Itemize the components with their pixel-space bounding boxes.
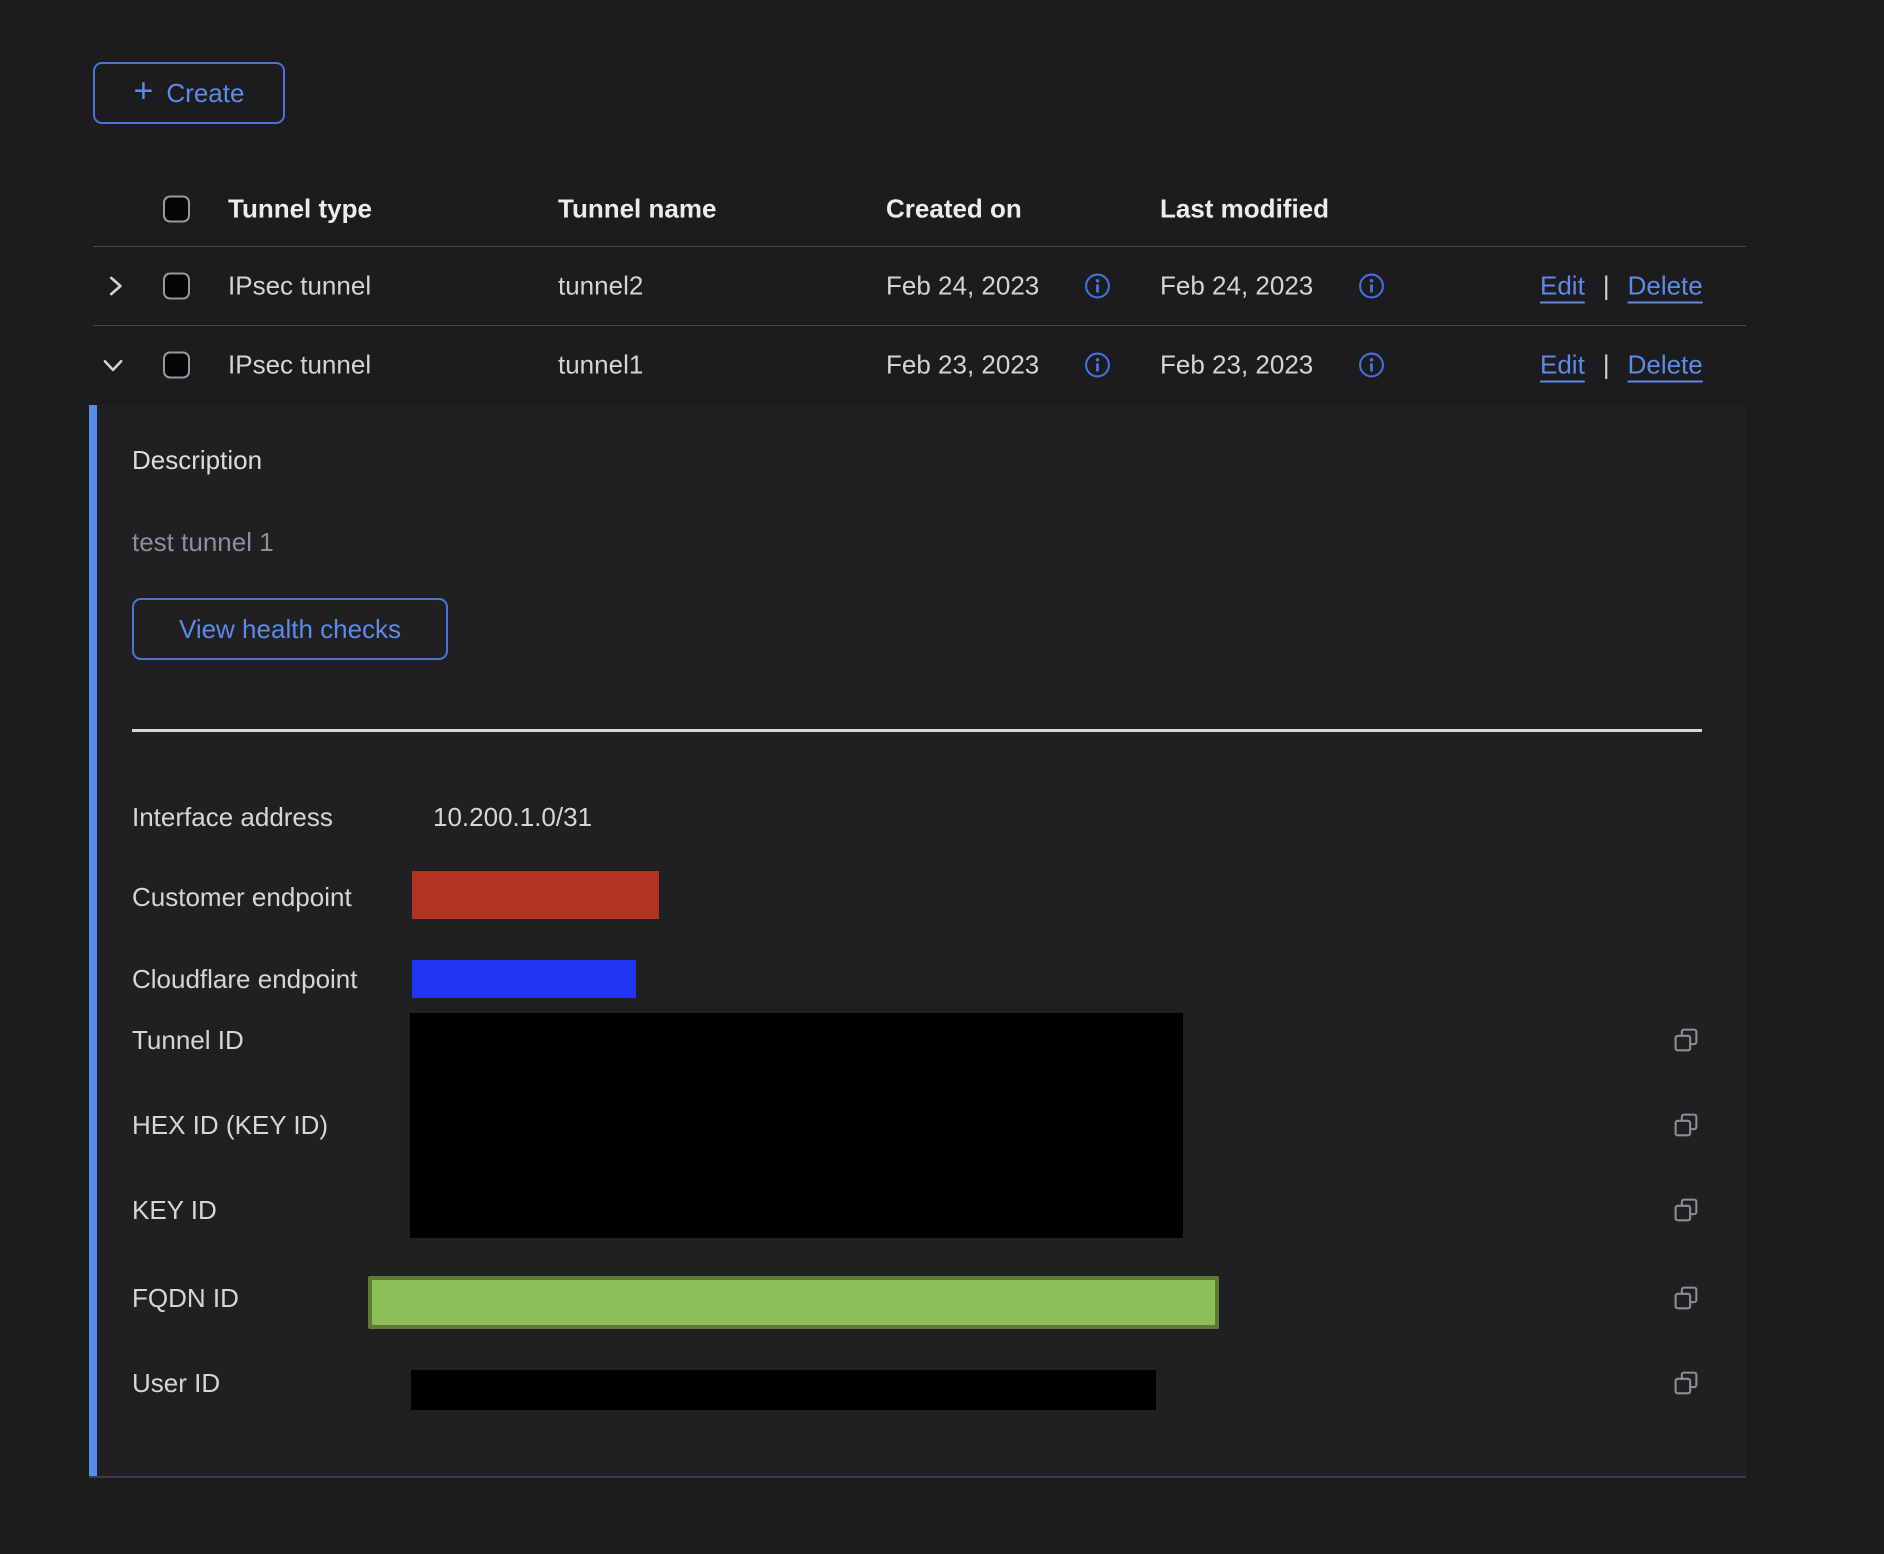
hex-id-label: HEX ID (KEY ID) bbox=[132, 1110, 328, 1141]
customer-endpoint-label: Customer endpoint bbox=[132, 882, 352, 913]
action-separator: | bbox=[1603, 350, 1610, 381]
edit-link[interactable]: Edit bbox=[1540, 350, 1585, 381]
table-row: IPsec tunnel tunnel1 Feb 23, 2023 Feb 23… bbox=[0, 325, 1884, 405]
info-icon[interactable] bbox=[1084, 352, 1111, 379]
column-header-created-on: Created on bbox=[886, 193, 1022, 224]
row-actions: Edit | Delete bbox=[1540, 350, 1703, 381]
interface-address-value: 10.200.1.0/31 bbox=[433, 802, 592, 833]
tunnel-detail-panel: Description test tunnel 1 View health ch… bbox=[89, 405, 1746, 1478]
row-checkbox[interactable] bbox=[163, 272, 190, 299]
select-all-checkbox[interactable] bbox=[163, 195, 190, 222]
expanded-row-indicator-bar bbox=[89, 405, 97, 1476]
copy-key-id-icon[interactable] bbox=[1672, 1196, 1701, 1225]
delete-link[interactable]: Delete bbox=[1628, 270, 1703, 301]
interface-address-label: Interface address bbox=[132, 802, 333, 833]
description-label: Description bbox=[132, 445, 262, 476]
fqdn-id-redacted-value bbox=[368, 1276, 1219, 1329]
delete-link[interactable]: Delete bbox=[1628, 350, 1703, 381]
last-modified-cell: Feb 23, 2023 bbox=[1160, 350, 1313, 381]
user-id-label: User ID bbox=[132, 1368, 220, 1399]
copy-fqdn-id-icon[interactable] bbox=[1672, 1284, 1701, 1313]
created-on-cell: Feb 24, 2023 bbox=[886, 270, 1039, 301]
chevron-down-icon[interactable] bbox=[100, 352, 126, 378]
row-checkbox[interactable] bbox=[163, 352, 190, 379]
user-id-redacted-value bbox=[411, 1370, 1156, 1410]
action-separator: | bbox=[1603, 270, 1610, 301]
tunnel-name-cell: tunnel2 bbox=[558, 270, 643, 301]
copy-tunnel-id-icon[interactable] bbox=[1672, 1026, 1701, 1055]
info-icon[interactable] bbox=[1358, 352, 1385, 379]
info-icon[interactable] bbox=[1358, 272, 1385, 299]
fqdn-id-label: FQDN ID bbox=[132, 1283, 239, 1314]
tunnel-type-cell: IPsec tunnel bbox=[228, 350, 371, 381]
create-button[interactable]: + Create bbox=[93, 62, 285, 124]
copy-hex-id-icon[interactable] bbox=[1672, 1111, 1701, 1140]
cloudflare-endpoint-label: Cloudflare endpoint bbox=[132, 964, 358, 995]
description-value: test tunnel 1 bbox=[132, 527, 274, 558]
chevron-right-icon[interactable] bbox=[102, 273, 128, 299]
tunnel-type-cell: IPsec tunnel bbox=[228, 270, 371, 301]
plus-icon: + bbox=[134, 74, 154, 108]
edit-link[interactable]: Edit bbox=[1540, 270, 1585, 301]
tunnel-name-cell: tunnel1 bbox=[558, 350, 643, 381]
row-actions: Edit | Delete bbox=[1540, 270, 1703, 301]
key-id-label: KEY ID bbox=[132, 1195, 217, 1226]
tunnel-id-label: Tunnel ID bbox=[132, 1025, 244, 1056]
last-modified-cell: Feb 24, 2023 bbox=[1160, 270, 1313, 301]
copy-user-id-icon[interactable] bbox=[1672, 1369, 1701, 1398]
create-button-label: Create bbox=[166, 78, 244, 109]
ids-redacted-value bbox=[410, 1013, 1183, 1238]
column-header-tunnel-type: Tunnel type bbox=[228, 193, 372, 224]
column-header-last-modified: Last modified bbox=[1160, 193, 1329, 224]
customer-endpoint-redacted-value bbox=[412, 871, 659, 919]
created-on-cell: Feb 23, 2023 bbox=[886, 350, 1039, 381]
table-header-row: Tunnel type Tunnel name Created on Last … bbox=[0, 150, 1884, 246]
column-header-tunnel-name: Tunnel name bbox=[558, 193, 716, 224]
info-icon[interactable] bbox=[1084, 272, 1111, 299]
view-health-checks-button[interactable]: View health checks bbox=[132, 598, 448, 660]
section-divider bbox=[132, 729, 1702, 732]
table-row: IPsec tunnel tunnel2 Feb 24, 2023 Feb 24… bbox=[0, 246, 1884, 325]
cloudflare-endpoint-redacted-value bbox=[412, 960, 636, 998]
